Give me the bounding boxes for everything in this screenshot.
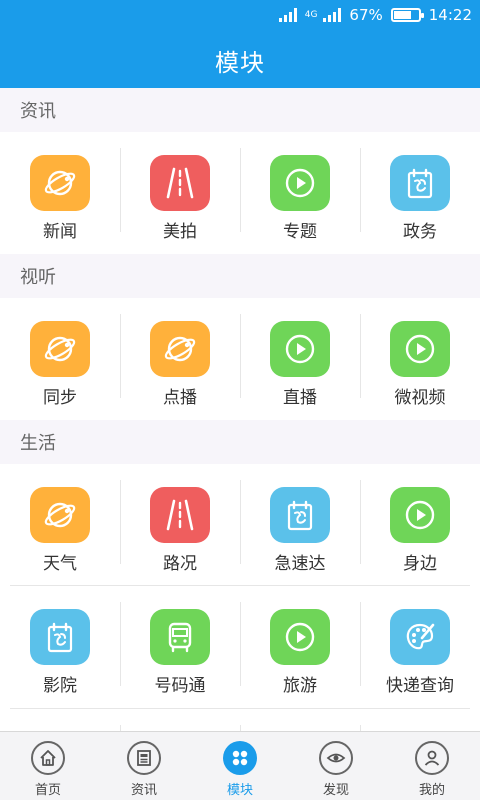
module-label: 路况 (163, 554, 197, 574)
calendar-icon (270, 487, 330, 543)
nav-eye[interactable]: 发现 (288, 732, 384, 800)
module-label: 身边 (403, 554, 437, 574)
bus-icon (150, 609, 210, 665)
section-header: 视听 (0, 254, 480, 298)
module-row: 同步 点播 直播 微视频 (0, 298, 480, 420)
module-影院[interactable]: 影院 (0, 586, 120, 709)
nav-label: 模块 (226, 783, 253, 798)
home-icon (31, 741, 65, 775)
module-empty (360, 709, 480, 731)
module-号码通[interactable]: 号码通 (120, 586, 240, 709)
module-政务[interactable]: 政务 (360, 132, 480, 254)
module-急速达[interactable]: 急速达 (240, 464, 360, 586)
modules-icon (223, 741, 257, 775)
play-icon (270, 321, 330, 377)
page-title: 模块 (215, 48, 265, 77)
nav-user[interactable]: 我的 (384, 732, 480, 800)
module-row: 天气 路况 急速达 身边 (0, 464, 480, 586)
nav-modules[interactable]: 模块 (192, 732, 288, 800)
module-新闻[interactable]: 新闻 (0, 132, 120, 254)
module-label: 急速达 (274, 554, 326, 574)
module-同步[interactable]: 同步 (0, 298, 120, 420)
play-icon (390, 487, 450, 543)
play-icon (270, 155, 330, 211)
module-label: 专题 (283, 222, 317, 242)
nav-home[interactable]: 首页 (0, 732, 96, 800)
module-label: 政务 (403, 222, 437, 242)
module-label: 直播 (283, 388, 317, 408)
module-label: 点播 (163, 388, 197, 408)
nav-label: 发现 (322, 783, 349, 798)
module-row: 影院 号码通 旅游 快递查询 (0, 586, 480, 709)
module-item[interactable] (240, 709, 360, 731)
status-bar: 4G 67% 14:22 (0, 0, 480, 32)
module-label: 新闻 (43, 222, 77, 242)
calendar-icon (30, 609, 90, 665)
module-item[interactable] (120, 709, 240, 731)
road-icon (150, 155, 210, 211)
road-icon (150, 487, 210, 543)
module-专题[interactable]: 专题 (240, 132, 360, 254)
planet-icon (30, 321, 90, 377)
module-路况[interactable]: 路况 (120, 464, 240, 586)
module-label: 号码通 (154, 676, 206, 696)
module-label: 同步 (43, 388, 77, 408)
module-row: 新闻 美拍 专题 政务 (0, 132, 480, 254)
module-list[interactable]: 资讯新闻 美拍 专题 政务视听同步 点播 直播 微视频生活天气 路况 急速达 身边影院 号码通 旅游 快… (0, 88, 480, 731)
module-label: 天气 (43, 554, 77, 574)
user-icon (415, 741, 449, 775)
module-item[interactable] (0, 709, 120, 731)
status-indicators: 4G 67% 14:22 (278, 6, 472, 24)
module-旅游[interactable]: 旅游 (240, 586, 360, 709)
module-微视频[interactable]: 微视频 (360, 298, 480, 420)
bottom-navigation: 首页 资讯 模块 发现 我的 (0, 731, 480, 800)
nav-label: 我的 (418, 783, 445, 798)
app-bar: 模块 (0, 32, 480, 88)
module-美拍[interactable]: 美拍 (120, 132, 240, 254)
planet-icon (150, 321, 210, 377)
palette-icon (390, 609, 450, 665)
nav-label: 资讯 (130, 783, 157, 798)
play-icon (270, 609, 330, 665)
module-label: 影院 (43, 676, 77, 696)
module-快递查询[interactable]: 快递查询 (360, 586, 480, 709)
nav-news[interactable]: 资讯 (96, 732, 192, 800)
calendar-icon (390, 155, 450, 211)
section-header: 生活 (0, 420, 480, 464)
module-label: 微视频 (394, 388, 446, 408)
eye-icon (319, 741, 353, 775)
news-icon (127, 741, 161, 775)
battery-icon (390, 8, 424, 22)
module-点播[interactable]: 点播 (120, 298, 240, 420)
module-label: 旅游 (283, 676, 317, 696)
module-直播[interactable]: 直播 (240, 298, 360, 420)
signal-icon-2 (323, 8, 342, 22)
module-身边[interactable]: 身边 (360, 464, 480, 586)
section-header: 资讯 (0, 88, 480, 132)
play-icon (390, 321, 450, 377)
module-row (0, 709, 480, 731)
clock: 14:22 (428, 6, 472, 24)
nav-label: 首页 (34, 783, 61, 798)
signal-icon (278, 8, 297, 22)
battery-percent: 67% (349, 6, 383, 24)
module-天气[interactable]: 天气 (0, 464, 120, 586)
planet-icon (30, 155, 90, 211)
network-type: 4G (304, 9, 318, 20)
module-label: 快递查询 (386, 676, 454, 696)
planet-icon (30, 487, 90, 543)
module-label: 美拍 (163, 222, 197, 242)
